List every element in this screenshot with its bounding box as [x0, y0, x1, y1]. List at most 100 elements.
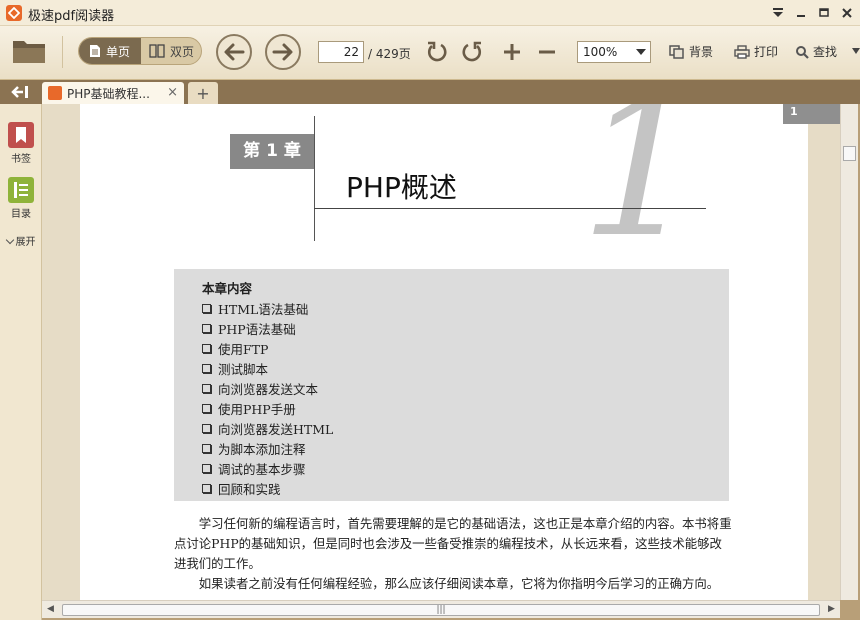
checkbox-bullet-icon	[202, 343, 211, 353]
double-page-label: 双页	[170, 44, 195, 59]
list-item-text: HTML语法基础	[218, 301, 309, 317]
document-tab-label: PHP基础教程...	[67, 86, 150, 101]
pdf-page: 1 1 第 1 章 PHP概述 本章内容 HTML语法基础 PHP语法基础 使用…	[80, 104, 840, 600]
chapter-label: 第 1 章	[230, 134, 314, 169]
chapter-divider-horizontal	[314, 208, 706, 209]
plus-icon	[504, 44, 520, 60]
list-item: 向浏览器发送文本	[202, 378, 333, 398]
list-item: 使用PHP手册	[202, 398, 333, 418]
maximize-button[interactable]	[815, 4, 833, 22]
list-item: 调试的基本步骤	[202, 458, 333, 478]
checkbox-bullet-icon	[202, 483, 211, 493]
toolbar: 单页 双页 22 / 429页 100% 背景 打印 查找	[0, 26, 860, 80]
zoom-value: 100%	[583, 45, 618, 59]
print-label: 打印	[754, 45, 779, 59]
list-item-text: PHP语法基础	[218, 321, 296, 337]
chevron-down-icon	[5, 235, 14, 245]
scroll-left-icon[interactable]: ◀	[47, 604, 54, 614]
minimize-button[interactable]	[792, 4, 810, 22]
toolbar-divider	[62, 36, 63, 68]
document-tab[interactable]: PHP基础教程... ×	[42, 82, 184, 104]
vertical-scroll-thumb[interactable]	[843, 146, 856, 161]
page-mode-toggle: 单页 双页	[78, 37, 202, 65]
list-item-text: 调试的基本步骤	[218, 461, 306, 477]
search-icon	[796, 45, 809, 59]
document-viewport[interactable]: 1 1 第 1 章 PHP概述 本章内容 HTML语法基础 PHP语法基础 使用…	[42, 104, 840, 600]
double-page-icon	[149, 44, 165, 58]
list-item: 回顾和实践	[202, 478, 333, 498]
single-page-button[interactable]: 单页	[79, 38, 141, 64]
menu-dropdown-icon[interactable]	[769, 4, 787, 22]
checkbox-bullet-icon	[202, 423, 211, 433]
scroll-right-icon[interactable]: ▶	[828, 604, 835, 614]
page-total: / 429页	[368, 47, 411, 61]
page-number-input[interactable]: 22	[318, 41, 364, 63]
arrow-right-icon	[272, 43, 293, 61]
rotate-right-icon	[462, 41, 482, 62]
bookmark-label: 书签	[11, 154, 31, 165]
expand-panel-button[interactable]: 展开	[0, 233, 42, 248]
background-icon	[669, 44, 684, 59]
next-page-button[interactable]	[265, 34, 301, 70]
zoom-in-button[interactable]	[500, 40, 524, 64]
body-paragraph: 学习任何新的编程语言时，首先需要理解的是它的基础语法，这也正是本章介绍的内容。本…	[174, 516, 732, 571]
open-folder-icon[interactable]	[12, 38, 46, 64]
tab-bar: PHP基础教程... × +	[0, 80, 860, 104]
vertical-scrollbar[interactable]	[840, 104, 858, 600]
chevron-down-icon	[636, 49, 646, 55]
close-window-button[interactable]	[838, 4, 856, 22]
list-item: 向浏览器发送HTML	[202, 418, 333, 438]
window-title: 极速pdf阅读器	[28, 9, 115, 24]
list-item: 使用FTP	[202, 338, 333, 358]
toc-label: 目录	[11, 209, 31, 220]
checkbox-bullet-icon	[202, 363, 211, 373]
list-item: PHP语法基础	[202, 318, 333, 338]
bookmark-icon	[8, 122, 34, 148]
horizontal-scroll-thumb[interactable]: |||	[62, 604, 820, 616]
body-paragraph: 如果读者之前没有任何编程经验，那么应该仔细阅读本章，它将为你指明今后学习的正确方…	[198, 576, 720, 591]
printer-icon	[734, 44, 750, 59]
background-label: 背景	[689, 45, 714, 59]
horizontal-scrollbar[interactable]: ◀ ||| ▶	[42, 600, 840, 618]
list-item: 测试脚本	[202, 358, 333, 378]
rotate-right-button[interactable]	[460, 40, 484, 64]
toolbar-overflow-icon[interactable]	[852, 48, 860, 54]
search-button[interactable]: 查找	[795, 43, 837, 60]
checkbox-bullet-icon	[202, 383, 211, 393]
toc-panel-button[interactable]: 目录	[0, 177, 42, 220]
previous-page-button[interactable]	[216, 34, 252, 70]
chapter-title: PHP概述	[346, 171, 457, 204]
zoom-out-button[interactable]	[535, 40, 559, 64]
collapse-left-icon	[11, 86, 28, 98]
minus-icon	[539, 50, 555, 54]
contents-title: 本章内容	[202, 281, 253, 296]
left-panel: 书签 目录 展开	[0, 104, 42, 620]
single-page-icon	[90, 45, 100, 57]
zoom-select[interactable]: 100%	[577, 41, 651, 63]
single-page-label: 单页	[106, 44, 131, 59]
list-item-text: 使用PHP手册	[218, 401, 296, 417]
collapse-sidebar-button[interactable]	[6, 83, 34, 101]
contents-list: HTML语法基础 PHP语法基础 使用FTP 测试脚本 向浏览器发送文本 使用P…	[202, 298, 333, 498]
search-label: 查找	[813, 45, 838, 59]
list-item-text: 为脚本添加注释	[218, 441, 306, 457]
new-tab-button[interactable]: +	[188, 82, 218, 104]
page-number-tab: 1	[783, 104, 840, 124]
checkbox-bullet-icon	[202, 303, 211, 313]
double-page-button[interactable]: 双页	[141, 38, 201, 64]
title-bar: 极速pdf阅读器	[0, 0, 860, 26]
list-item-text: 使用FTP	[218, 341, 269, 357]
rotate-left-button[interactable]	[425, 40, 449, 64]
toc-icon	[8, 177, 34, 203]
checkbox-bullet-icon	[202, 443, 211, 453]
expand-label: 展开	[15, 237, 36, 248]
close-tab-icon[interactable]: ×	[167, 85, 178, 100]
print-button[interactable]: 打印	[734, 43, 778, 60]
app-logo-icon	[6, 5, 22, 21]
background-button[interactable]: 背景	[669, 43, 713, 60]
list-item-text: 向浏览器发送文本	[218, 381, 319, 397]
pdf-file-icon	[48, 86, 62, 100]
checkbox-bullet-icon	[202, 323, 211, 333]
bookmark-panel-button[interactable]: 书签	[0, 122, 42, 165]
chapter-number-large: 1	[580, 104, 701, 279]
